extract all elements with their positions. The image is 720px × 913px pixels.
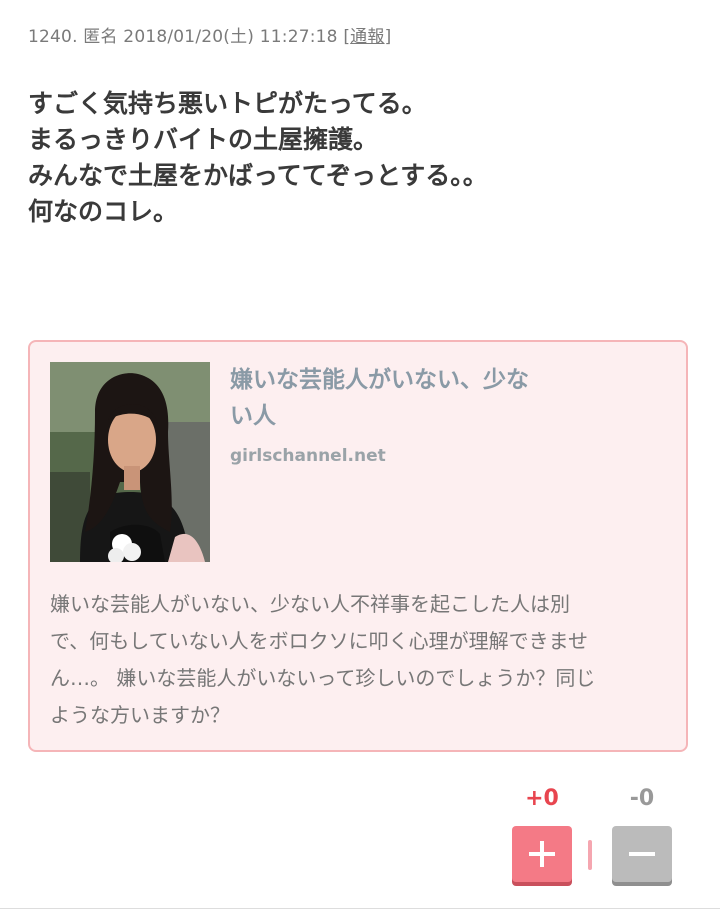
comment-line: 何なのコレ。	[28, 197, 179, 226]
link-description-line: ん…。 嫌いな芸能人がいないって珍しいのでしょうか？同じ	[50, 666, 596, 690]
comment-line: すごく気持ち悪いトピがたってる。	[28, 89, 427, 118]
link-description: 嫌いな芸能人がいない、少ない人不祥事を起こした人は別 で、何もしていない人をボロ…	[50, 586, 674, 734]
comment-line: みんなで土屋をかばっててぞっとする。。	[28, 161, 488, 190]
report-link[interactable]: 通報	[350, 27, 384, 47]
portrait-photo-icon	[50, 362, 210, 562]
comment-meta: 1240. 匿名 2018/01/20(土) 11:27:18 [通報]	[28, 22, 391, 47]
minus-icon	[629, 852, 655, 856]
minus-vote-count: -0	[629, 786, 655, 811]
comment-author: 匿名	[83, 27, 118, 47]
link-title-line: い人	[230, 403, 276, 429]
link-description-line: 嫌いな芸能人がいない、少ない人不祥事を起こした人は別	[50, 592, 570, 616]
link-preview-card[interactable]: 嫌いな芸能人がいない、少な い人 girlschannel.net 嫌いな芸能人…	[28, 340, 688, 752]
link-description-line: で、何もしていない人をボロクソに叩く心理が理解できませ	[50, 629, 588, 653]
plus-vote-button[interactable]	[512, 826, 572, 882]
link-thumbnail[interactable]	[50, 362, 210, 562]
link-domain: girlschannel.net	[230, 446, 386, 466]
comment-divider	[0, 908, 720, 909]
minus-vote-button[interactable]	[612, 826, 672, 882]
plus-icon	[529, 841, 555, 867]
comment-line: まるっきりバイトの土屋擁護。	[28, 125, 379, 154]
link-title-line: 嫌いな芸能人がいない、少な	[230, 367, 529, 393]
plus-vote-count: +0	[525, 786, 559, 811]
comment-number: 1240.	[28, 27, 78, 47]
link-title[interactable]: 嫌いな芸能人がいない、少な い人	[230, 362, 590, 434]
report-link-wrapper: [通報]	[343, 27, 392, 47]
vote-ratio-bar	[588, 840, 592, 870]
comment-body: すごく気持ち悪いトピがたってる。 まるっきりバイトの土屋擁護。 みんなで土屋をか…	[28, 86, 688, 230]
comment-datetime: 2018/01/20(土) 11:27:18	[123, 27, 338, 47]
link-description-line: ような方いますか？	[50, 703, 230, 727]
